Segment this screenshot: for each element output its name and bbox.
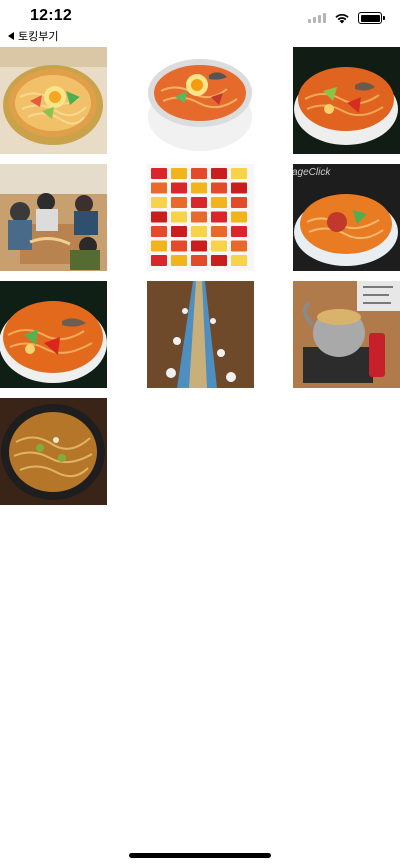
children-eating-noodles-image[interactable] bbox=[0, 164, 107, 271]
ramen-packages-image[interactable] bbox=[147, 164, 254, 271]
back-label: 토킹부기 bbox=[18, 31, 59, 43]
battery-icon bbox=[358, 12, 385, 24]
ramen-kettle-image[interactable] bbox=[293, 281, 400, 388]
watermark-text: ageClick bbox=[293, 167, 331, 178]
home-indicator bbox=[129, 853, 271, 858]
status-bar: 12:12 bbox=[0, 0, 400, 30]
back-arrow-icon bbox=[8, 32, 14, 40]
cellular-signal-icon bbox=[308, 13, 326, 23]
back-button[interactable]: 토킹부기 bbox=[8, 29, 58, 43]
status-time: 12:12 bbox=[30, 7, 72, 24]
ramen-bowl-watermark-image[interactable]: ageClick bbox=[293, 164, 400, 271]
wifi-icon bbox=[335, 13, 349, 24]
ramen-bowl-chili-image[interactable] bbox=[293, 47, 400, 154]
ramen-bowl-egg-image[interactable] bbox=[147, 47, 254, 154]
status-icons bbox=[308, 12, 385, 24]
ramen-pot-egg-image[interactable] bbox=[0, 47, 107, 154]
ramen-bowl-closeup-image[interactable] bbox=[0, 281, 107, 388]
long-ramen-table-image[interactable] bbox=[147, 281, 254, 388]
ramen-stone-bowl-image[interactable] bbox=[0, 398, 107, 505]
